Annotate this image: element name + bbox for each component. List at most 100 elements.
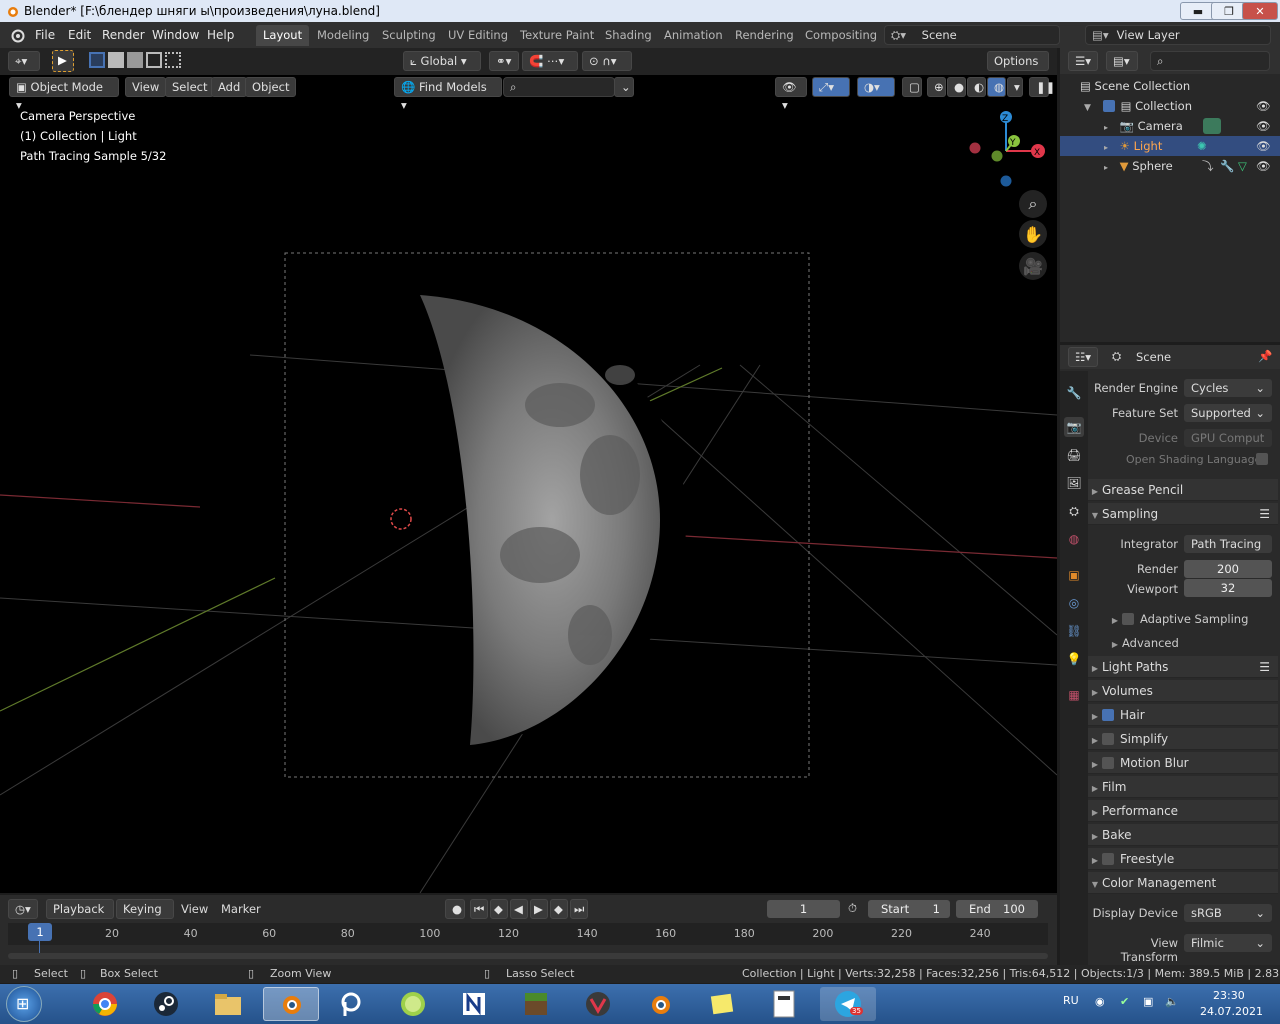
start-frame-field[interactable]: Start 1 [868,900,950,918]
blender-taskbar-icon[interactable] [263,987,319,1021]
light-data-icon[interactable]: ✺ [1197,136,1207,156]
network-icon[interactable]: ▣ [1143,995,1153,1008]
visibility-dropdown[interactable]: 👁▾ [775,77,807,112]
integrator-dropdown[interactable]: Path Tracing⌄ [1184,535,1272,569]
panel-freestyle[interactable]: ▶ Freestyle [1088,848,1278,870]
document-app-icon[interactable] [758,987,810,1021]
current-frame-field[interactable]: 1 [767,900,840,918]
snap-dropdown[interactable]: 🧲 ⋯▾ [522,51,578,71]
render-tab-icon[interactable]: 📷 [1064,417,1084,437]
playhead[interactable]: 1 [28,923,52,941]
file-explorer-icon[interactable] [202,987,254,1021]
panel-performance[interactable]: ▶ Performance [1088,800,1278,822]
blender-alt-icon[interactable] [634,987,686,1021]
device-dropdown[interactable]: GPU Comput⌄ [1184,429,1272,463]
find-models-dropdown[interactable]: 🌐 Find Models ▾ [394,77,502,112]
panel-hair[interactable]: ▶ Hair [1088,704,1278,726]
view-transform-dropdown[interactable]: Filmic ⌄ [1184,934,1272,952]
gizmo-toggle[interactable]: ⤢▾ [812,77,850,97]
notepad-app-icon[interactable] [448,987,500,1021]
tab-modeling[interactable]: Modeling [310,25,376,46]
adaptive-sampling-subpanel[interactable]: ▶ Adaptive Sampling [1108,612,1248,626]
outliner-search-input[interactable]: ⌕ [1150,51,1270,71]
outliner-row-camera[interactable]: ▸ 📷 Camera 👁 [1060,116,1280,136]
editor-type-button[interactable]: ⌖▾ [8,51,40,71]
clock-time[interactable]: 23:30 [1213,989,1245,1002]
tab-uv-editing[interactable]: UV Editing [441,25,515,46]
sticky-notes-icon[interactable] [696,987,748,1021]
3d-cursor[interactable] [390,508,412,530]
timeline-editor-type[interactable]: ◷▾ [8,899,38,919]
pivot-dropdown[interactable]: ⚭▾ [489,51,519,71]
tab-sculpting[interactable]: Sculpting [375,25,443,46]
list-icon[interactable]: ☰ [1259,656,1270,678]
menu-help[interactable]: Help [207,28,234,42]
jump-start-icon[interactable]: ⏮ [470,899,488,919]
minecraft-icon[interactable] [510,987,562,1021]
pan-hand-icon[interactable]: ✋ [1019,220,1047,248]
world-tab-icon[interactable]: ◍ [1064,529,1084,549]
view-layer-selector[interactable]: ▤▾ View Layer [1085,25,1271,45]
options-dropdown[interactable]: Options ▾ [987,51,1049,86]
3d-viewport[interactable]: ▣ Object Mode ▾ View Select Add Object 🌐… [0,75,1057,893]
feature-set-dropdown[interactable]: Supported ⌄ [1184,404,1272,422]
panel-simplify[interactable]: ▶ Simplify [1088,728,1278,750]
view-layer-tab-icon[interactable]: 🖼 [1064,473,1084,493]
record-button[interactable]: ● [445,899,465,919]
menu-render[interactable]: Render [102,28,145,42]
outliner-row-collection[interactable]: ▼ ▤ Collection 👁 [1060,96,1280,116]
outliner-row-light[interactable]: ▸ ☀ Light ✺ 👁 [1060,136,1280,156]
playback-menu[interactable]: Playback ▾ [46,899,114,934]
xray-toggle[interactable]: ▢ [902,77,922,97]
keying-menu[interactable]: Keying ▾ [116,899,174,934]
tray-app-icon[interactable]: ◉ [1095,995,1105,1008]
tool-tab-icon[interactable]: 🔧 [1064,383,1084,403]
panel-light-paths[interactable]: ▶ Light Paths ☰ [1088,656,1278,678]
pause-render-button[interactable]: ❚❚ [1029,77,1055,97]
outliner-row-scene-collection[interactable]: ▤ Scene Collection [1060,76,1280,96]
prev-keyframe-icon[interactable]: ◆ [490,899,508,919]
marker-menu[interactable]: Marker [221,902,261,916]
eye-icon[interactable]: 👁 [1256,116,1271,136]
tab-texture-paint[interactable]: Texture Paint [513,25,601,46]
find-search-input[interactable]: ⌕ [503,77,615,97]
navigation-gizmo[interactable]: Z X Y [962,105,1052,189]
pin-icon[interactable]: 📌 [1258,349,1272,363]
material-shading-icon[interactable]: ◐ [967,77,986,97]
volume-icon[interactable]: 🔈 [1165,995,1179,1008]
end-frame-field[interactable]: End 100 [956,900,1038,918]
panel-color-management[interactable]: ▼ Color Management [1088,872,1278,894]
panel-volumes[interactable]: ▶ Volumes [1088,680,1278,702]
output-tab-icon[interactable]: 🖨 [1064,445,1084,465]
motion-blur-checkbox[interactable] [1102,757,1114,769]
hair-checkbox[interactable] [1102,709,1114,721]
play-icon[interactable]: ▶ [530,899,548,919]
play-reverse-icon[interactable]: ◀ [510,899,528,919]
lime-app-icon[interactable] [387,987,439,1021]
steam-icon[interactable] [140,987,192,1021]
outliner-editor-type[interactable]: ☰▾ [1068,51,1098,71]
vector-app-icon[interactable] [572,987,624,1021]
tab-compositing[interactable]: Compositing [798,25,884,46]
tab-rendering[interactable]: Rendering [728,25,801,46]
texture-tab-icon[interactable]: ▦ [1064,685,1084,705]
panel-bake[interactable]: ▶ Bake [1088,824,1278,846]
next-keyframe-icon[interactable]: ◆ [550,899,568,919]
jump-end-icon[interactable]: ⏭ [570,899,588,919]
find-expand-button[interactable]: ⌄ [614,77,634,97]
view-menu[interactable]: View [125,77,167,97]
eye-icon[interactable]: 👁 [1256,156,1271,176]
osl-checkbox[interactable] [1256,453,1268,465]
panel-sampling[interactable]: ▼ Sampling ☰ [1088,503,1278,525]
select-invert-icon[interactable] [146,52,162,68]
simplify-checkbox[interactable] [1102,733,1114,745]
mode-dropdown[interactable]: ▣ Object Mode ▾ [9,77,119,112]
collapse-icon[interactable]: ▼ [1084,103,1091,113]
constraint-icon[interactable]: ⤵ [1202,156,1214,176]
wireframe-shading-icon[interactable]: ⊕ [927,77,946,97]
wrench-icon[interactable]: 🔧 [1220,156,1234,176]
object-data-tab-icon[interactable]: 💡 [1064,649,1084,669]
outliner-row-sphere[interactable]: ▸ ▼ Sphere ⤵ 🔧 ▽ 👁 [1060,156,1280,176]
object-tab-icon[interactable]: ▣ [1064,565,1084,585]
timeline-view-menu[interactable]: View [181,902,208,916]
